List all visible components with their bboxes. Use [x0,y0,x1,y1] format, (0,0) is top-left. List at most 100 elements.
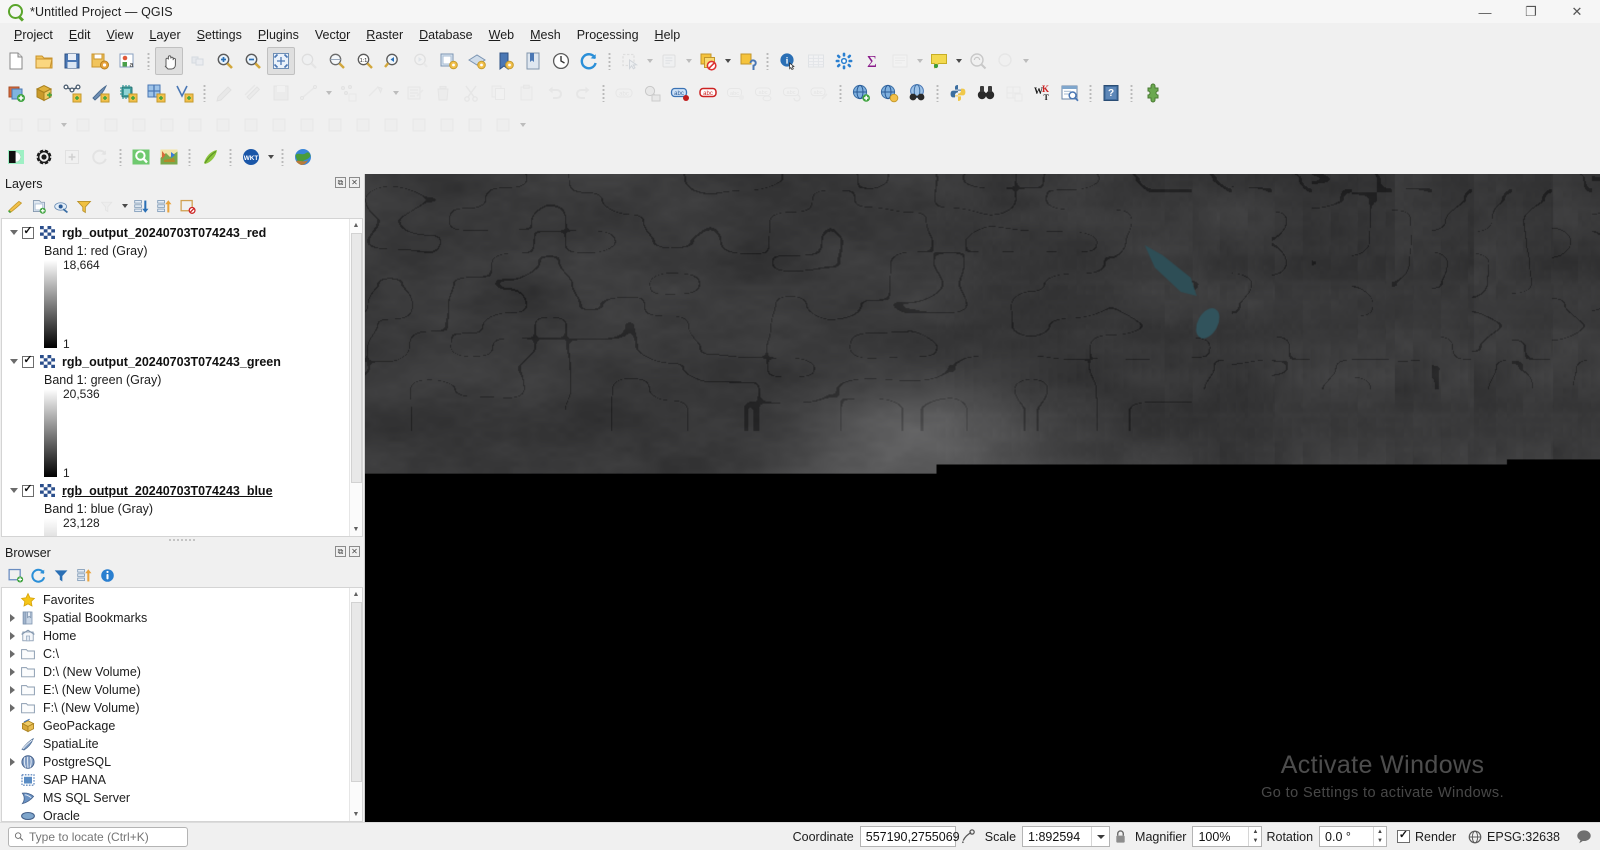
add-layer-icon[interactable] [4,564,27,586]
chevron-down-icon[interactable] [683,47,694,75]
filter-legend-icon[interactable] [73,195,96,217]
save-project-icon[interactable] [58,47,86,75]
raster-contrast-icon[interactable] [2,143,30,171]
new-memory-layer-icon[interactable] [114,79,142,107]
expand-arrow-icon[interactable] [5,704,20,712]
qgis-binoculars-icon[interactable] [972,79,1000,107]
close-button[interactable]: ✕ [1554,0,1600,24]
scrollbar-thumb[interactable] [351,233,362,483]
layer-row[interactable]: ✓ rgb_output_20240703T074243_green [2,352,349,371]
map-tips-icon[interactable] [925,47,953,75]
enable-properties-widget-icon[interactable] [96,564,119,586]
layer-name[interactable]: rgb_output_20240703T074243_blue [62,484,273,498]
chevron-down-icon[interactable] [953,47,964,75]
annotation-icon[interactable] [964,47,992,75]
expand-arrow-icon[interactable] [5,632,20,640]
add-wms-layer-icon[interactable] [847,79,875,107]
new-map-view-icon[interactable] [435,47,463,75]
expand-collapse-icon[interactable] [6,488,22,493]
zoom-full-icon[interactable] [267,47,295,75]
menu-database[interactable]: Database [411,26,481,44]
identify-features-icon[interactable] [733,47,761,75]
locate-input[interactable] [29,829,182,844]
menu-vector[interactable]: Vector [307,26,358,44]
collapse-all-icon[interactable] [73,564,96,586]
chevron-down-icon[interactable] [644,47,655,75]
browser-item[interactable]: Spatial Bookmarks [2,609,349,627]
zoom-in-icon[interactable] [211,47,239,75]
scroll-up-icon[interactable]: ▲ [350,219,362,232]
chevron-down-icon[interactable] [1091,827,1109,846]
save-project-as-icon[interactable] [86,47,114,75]
processing-toolbox-icon[interactable] [830,47,858,75]
browser-item[interactable]: SpatiaLite [2,735,349,753]
leaf-green-icon[interactable] [196,143,224,171]
layer-visibility-checkbox[interactable]: ✓ [22,355,34,368]
new-print-layout-icon[interactable]: a [114,47,142,75]
show-bookmarks-icon[interactable] [491,47,519,75]
globe-icon[interactable] [1468,830,1482,844]
chevron-down-icon[interactable] [517,111,528,139]
help-contents-icon[interactable]: ? [1097,79,1125,107]
browser-item[interactable]: MS SQL Server [2,789,349,807]
browser-float-button[interactable]: ⧉ [335,546,346,557]
chevron-down-icon[interactable] [722,47,733,75]
layers-scrollbar[interactable]: ▲ ▼ [349,219,362,536]
expand-arrow-icon[interactable] [5,668,20,676]
layer-visibility-checkbox[interactable]: ✓ [22,226,34,239]
layer-row[interactable]: ✓ rgb_output_20240703T074243_blue [2,481,349,500]
lock-scale-icon[interactable] [1114,829,1127,845]
statistical-summary-icon[interactable]: Σ [858,47,886,75]
coordinate-field[interactable]: 557190,2755069 [859,826,960,847]
menu-view[interactable]: View [98,26,141,44]
toggle-extents-icon[interactable] [960,828,977,845]
add-group-icon[interactable] [27,195,50,217]
open-layer-styling-icon[interactable] [4,195,27,217]
wkt-tools-icon[interactable]: WKT [1028,79,1056,107]
menu-edit[interactable]: Edit [61,26,99,44]
wkt-circle-icon[interactable]: WKT [237,143,265,171]
zoom-native-resolution-icon[interactable]: 1:1 [351,47,379,75]
refresh-icon[interactable] [27,564,50,586]
scale-combo[interactable]: 1:892594 [1022,826,1111,847]
unpin-labels-icon[interactable]: abc [694,79,722,107]
minimize-button[interactable]: — [1462,0,1508,24]
magnifier-stepper[interactable]: ▲ ▼ [1248,827,1261,846]
menu-help[interactable]: Help [647,26,689,44]
menu-mesh[interactable]: Mesh [522,26,569,44]
metasearch-icon[interactable] [903,79,931,107]
colorful-map-icon[interactable] [155,143,183,171]
maximize-button[interactable]: ❐ [1508,0,1554,24]
layer-item[interactable]: ✓ rgb_output_20240703T074243_green Band 1:… [2,348,349,480]
browser-tree[interactable]: Favorites Spatial Bookmarks Home C:\ D:\ (Ne… [2,588,349,821]
menu-raster[interactable]: Raster [358,26,411,44]
pin-labels-icon[interactable]: abc [666,79,694,107]
chevron-down-icon[interactable] [914,47,925,75]
scroll-down-icon[interactable]: ▼ [350,523,362,536]
layer-item[interactable]: ✓ rgb_output_20240703T074243_red Band 1: r… [2,219,349,351]
expand-arrow-icon[interactable] [5,614,20,622]
add-wfs-layer-icon[interactable] [875,79,903,107]
rotation-spinbox[interactable]: 0.0 ° ▲ ▼ [1319,826,1388,847]
new-3d-map-view-icon[interactable] [463,47,491,75]
layer-inspector-icon[interactable] [1056,79,1084,107]
expand-arrow-icon[interactable] [5,758,20,766]
browser-item[interactable]: D:\ (New Volume) [2,663,349,681]
map-canvas[interactable] [365,174,1600,822]
expand-arrow-icon[interactable] [5,650,20,658]
temporal-controller-icon[interactable] [547,47,575,75]
expand-all-icon[interactable] [130,195,153,217]
zoom-out-icon[interactable] [239,47,267,75]
browser-item[interactable]: E:\ (New Volume) [2,681,349,699]
open-project-icon[interactable] [30,47,58,75]
layer-visibility-checkbox[interactable]: ✓ [22,484,34,497]
menu-plugins[interactable]: Plugins [250,26,307,44]
magnifier-green-icon[interactable] [127,143,155,171]
pan-map-icon[interactable] [155,47,183,75]
magnifier-spinbox[interactable]: 100% ▲ ▼ [1192,826,1263,847]
browser-item[interactable]: C:\ [2,645,349,663]
new-shapefile-layer-icon[interactable] [58,79,86,107]
menu-web[interactable]: Web [481,26,522,44]
crs-label[interactable]: EPSG:32638 [1487,830,1560,844]
new-spatialite-layer-icon[interactable] [86,79,114,107]
